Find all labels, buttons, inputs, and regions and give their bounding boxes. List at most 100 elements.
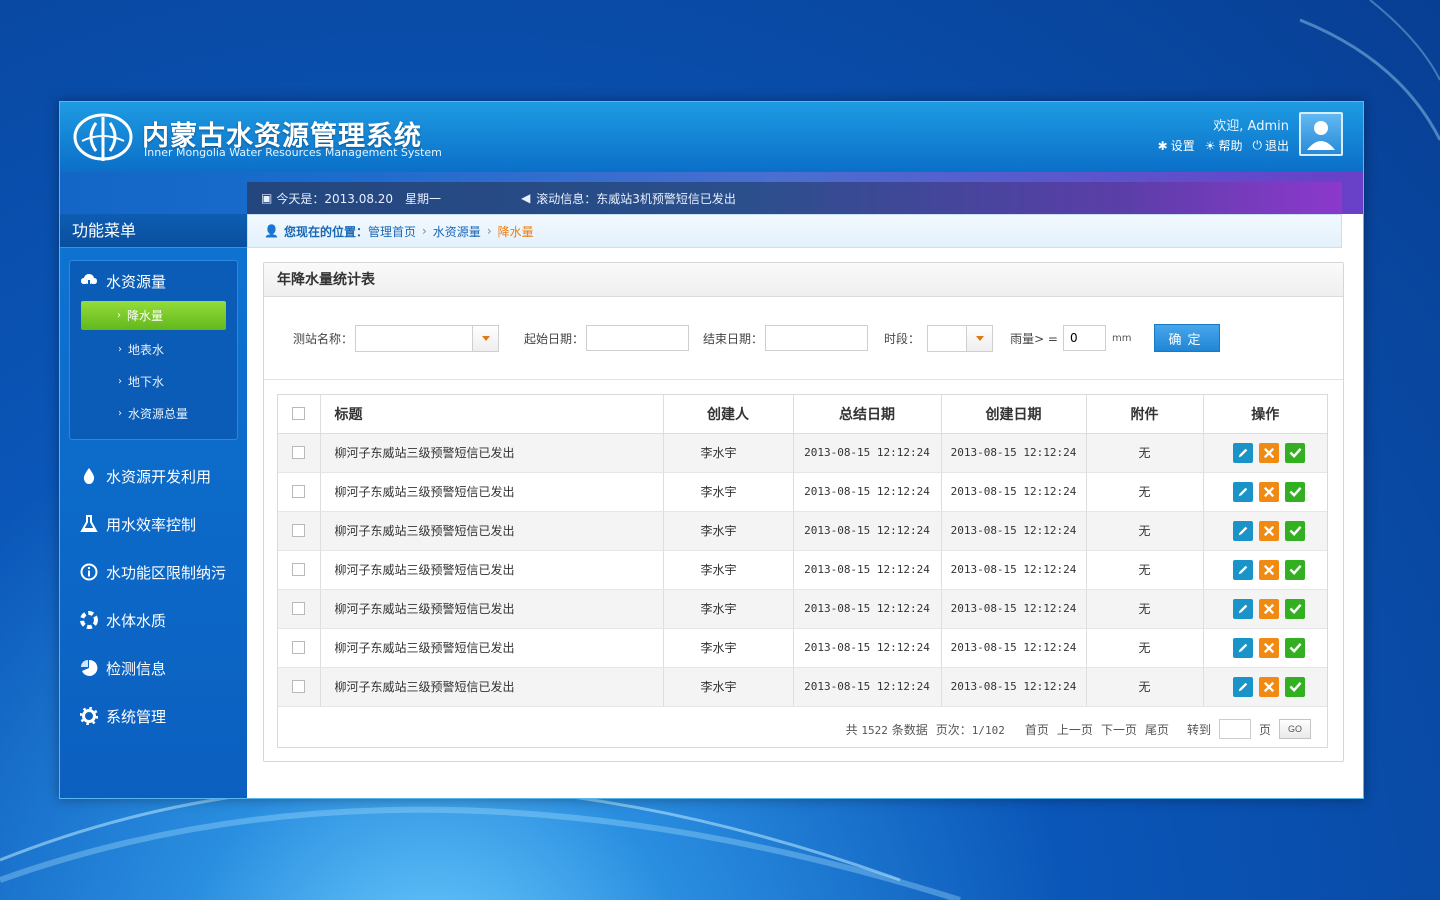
row-checkbox[interactable]	[292, 446, 306, 460]
chevron-right-icon: ›	[486, 224, 492, 238]
nav-item-label: 用水效率控制	[106, 515, 197, 534]
rain-unit: mm	[1112, 332, 1132, 344]
check-icon[interactable]	[1285, 676, 1306, 697]
edit-icon[interactable]	[1233, 442, 1254, 463]
date-text: 今天是：2013.08.20 星期一	[276, 191, 442, 206]
row-checkbox[interactable]	[292, 563, 306, 577]
edit-icon[interactable]	[1233, 481, 1254, 502]
nav-item-water-quality[interactable]: 水体水质	[60, 596, 247, 644]
cell-creator: 李水宇	[663, 667, 794, 707]
cell-title[interactable]: 柳河子东威站三级预警短信已发出	[320, 433, 664, 473]
cell-creator: 李水宇	[663, 511, 794, 551]
help-link[interactable]: ☀ 帮助	[1205, 137, 1243, 154]
end-date-input[interactable]	[765, 325, 869, 351]
cell-creator: 李水宇	[663, 589, 794, 629]
delete-icon[interactable]	[1259, 676, 1280, 697]
pager-go-button[interactable]: GO	[1279, 719, 1311, 739]
cell-title[interactable]: 柳河子东威站三级预警短信已发出	[320, 667, 664, 707]
menu-item-label: 地表水	[128, 342, 165, 357]
pager-goto-label: 转到	[1186, 722, 1211, 737]
chevron-down-icon[interactable]	[966, 325, 993, 351]
edit-icon[interactable]	[1233, 637, 1254, 658]
station-select-value[interactable]	[356, 325, 473, 351]
menu-item-label: 地下水	[128, 374, 165, 389]
cell-create-date: 2013-08-15 12:12:24	[941, 511, 1087, 551]
breadcrumb: 👤 您现在的位置： 管理首页 › 水资源量 › 降水量	[247, 214, 1342, 248]
settings-link[interactable]: ✱ 设置	[1158, 137, 1195, 154]
row-checkbox[interactable]	[292, 641, 306, 655]
cell-title[interactable]: 柳河子东威站三级预警短信已发出	[320, 472, 664, 512]
delete-icon[interactable]	[1259, 520, 1280, 541]
chevron-down-icon[interactable]	[472, 325, 499, 351]
nav-item-monitoring[interactable]: 检测信息	[60, 644, 247, 692]
speaker-icon: ◀	[521, 191, 531, 205]
table-row: 柳河子东威站三级预警短信已发出 李水宇 2013-08-15 12:12:24 201…	[278, 550, 1327, 590]
row-checkbox[interactable]	[292, 485, 306, 499]
edit-icon[interactable]	[1233, 598, 1254, 619]
chevron-right-icon: ›	[421, 224, 427, 238]
cell-create-date: 2013-08-15 12:12:24	[941, 550, 1087, 590]
check-icon[interactable]	[1285, 637, 1306, 658]
check-icon[interactable]	[1285, 598, 1306, 619]
period-select[interactable]	[927, 324, 994, 352]
pager-goto-input[interactable]	[1218, 719, 1251, 739]
cell-creator: 李水宇	[663, 433, 794, 473]
table-row: 柳河子东威站三级预警短信已发出 李水宇 2013-08-15 12:12:24 201…	[278, 667, 1327, 707]
col-actions: 操作	[1203, 395, 1327, 434]
row-checkbox[interactable]	[292, 524, 306, 538]
edit-icon[interactable]	[1233, 520, 1254, 541]
nav-item-pollution-limit[interactable]: 水功能区限制纳污	[60, 548, 247, 596]
cell-create-date: 2013-08-15 12:12:24	[941, 667, 1087, 707]
nav-item-system[interactable]: 系统管理	[60, 692, 247, 740]
menu-item-groundwater[interactable]: › 地下水	[70, 365, 237, 397]
cell-title[interactable]: 柳河子东威站三级预警短信已发出	[320, 628, 664, 668]
row-checkbox[interactable]	[292, 602, 306, 616]
logout-link[interactable]: ⏻ 退出	[1252, 137, 1289, 154]
cell-title[interactable]: 柳河子东威站三级预警短信已发出	[320, 550, 664, 590]
nav-item-efficiency[interactable]: 用水效率控制	[60, 500, 247, 548]
menu-item-precipitation[interactable]: › 降水量	[81, 301, 226, 330]
check-icon[interactable]	[1285, 442, 1306, 463]
check-icon[interactable]	[1285, 481, 1306, 502]
menu-item-surface-water[interactable]: › 地表水	[70, 333, 237, 365]
nav-item-development[interactable]: 水资源开发利用	[60, 452, 247, 500]
cell-title[interactable]: 柳河子东威站三级预警短信已发出	[320, 511, 664, 551]
pager-page-unit: 页	[1258, 722, 1271, 737]
station-select[interactable]	[355, 324, 500, 352]
delete-icon[interactable]	[1259, 637, 1280, 658]
edit-icon[interactable]	[1233, 559, 1254, 580]
row-select-cell	[278, 511, 321, 551]
cell-create-date: 2013-08-15 12:12:24	[941, 433, 1087, 473]
pager-first[interactable]: 首页	[1025, 721, 1049, 738]
edit-icon[interactable]	[1233, 676, 1254, 697]
start-date-input[interactable]	[586, 325, 690, 351]
cell-create-date: 2013-08-15 12:12:24	[941, 589, 1087, 629]
pager-next[interactable]: 下一页	[1101, 721, 1137, 738]
delete-icon[interactable]	[1259, 442, 1280, 463]
delete-icon[interactable]	[1259, 598, 1280, 619]
cell-title[interactable]: 柳河子东威站三级预警短信已发出	[320, 589, 664, 629]
rain-input[interactable]	[1063, 325, 1106, 351]
breadcrumb-section[interactable]: 水资源量	[433, 223, 481, 240]
delete-icon[interactable]	[1259, 481, 1280, 502]
row-checkbox[interactable]	[292, 680, 306, 694]
cell-summary-date: 2013-08-15 12:12:24	[793, 472, 942, 512]
delete-icon[interactable]	[1259, 559, 1280, 580]
check-icon[interactable]	[1285, 520, 1306, 541]
pager-last[interactable]: 尾页	[1145, 721, 1169, 738]
cell-attachment: 无	[1086, 472, 1204, 512]
pager-prev[interactable]: 上一页	[1057, 721, 1093, 738]
power-icon: ⏻	[1252, 138, 1262, 152]
confirm-button[interactable]: 确定	[1154, 324, 1221, 352]
avatar[interactable]	[1299, 112, 1343, 156]
period-select-value[interactable]	[928, 325, 967, 351]
cell-attachment: 无	[1086, 433, 1204, 473]
select-all-checkbox[interactable]	[292, 407, 306, 421]
breadcrumb-home[interactable]: 管理首页	[368, 223, 416, 240]
menu-group-header[interactable]: 水资源量	[70, 261, 237, 301]
cell-attachment: 无	[1086, 667, 1204, 707]
period-label: 时段：	[884, 331, 921, 346]
menu-item-total-resources[interactable]: › 水资源总量	[70, 397, 237, 429]
check-icon[interactable]	[1285, 559, 1306, 580]
data-table-wrapper: 标题 创建人 总结日期 创建日期 附件 操作 柳河子东威站三级预警短信已发出 李水…	[277, 394, 1328, 748]
